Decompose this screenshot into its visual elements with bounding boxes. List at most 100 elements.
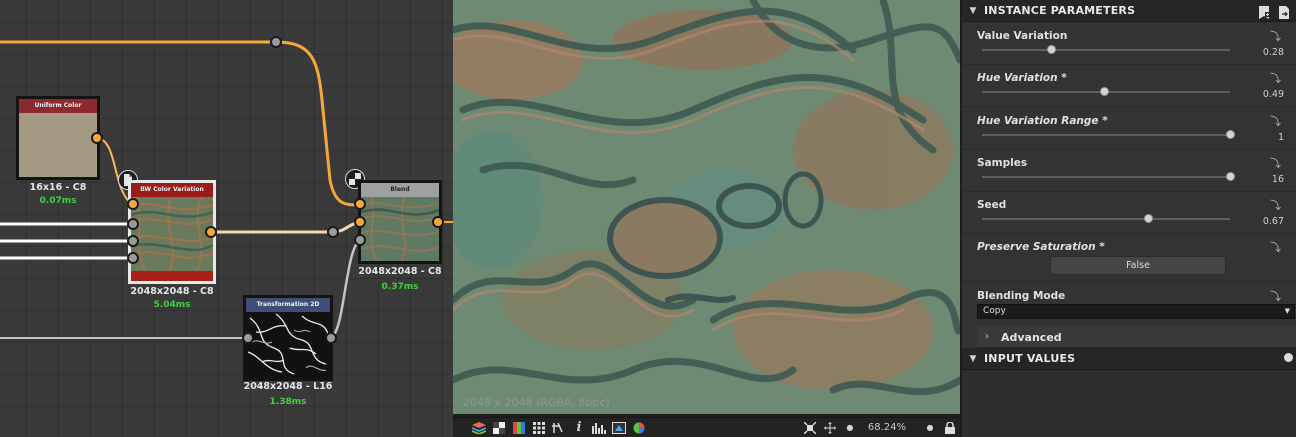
port-bw-input-2[interactable] bbox=[127, 235, 139, 247]
reset-icon[interactable]: ⤵ bbox=[1270, 239, 1281, 255]
tiling-icon[interactable] bbox=[549, 418, 569, 437]
port-transformation-output[interactable] bbox=[325, 332, 337, 344]
color-wheel-icon[interactable] bbox=[629, 418, 649, 437]
histogram-icon[interactable] bbox=[589, 418, 609, 437]
node-bw-color-variation-title: BW Color Variation bbox=[131, 183, 213, 197]
port-blend-foreground[interactable] bbox=[354, 198, 366, 210]
fit-icon[interactable] bbox=[800, 418, 820, 437]
port-blend-background[interactable] bbox=[354, 216, 366, 228]
port-bw-output[interactable] bbox=[205, 226, 217, 238]
param-row: Samples ⤵ 16 bbox=[962, 150, 1296, 192]
param-preserve-saturation-label: Preserve Saturation * bbox=[977, 241, 1105, 253]
node-uniform-color-resolution: 16x16 - C8 bbox=[29, 182, 87, 193]
node-blend-title: Blend bbox=[361, 183, 439, 197]
advanced-group-header[interactable]: › Advanced bbox=[977, 326, 1296, 348]
port-blend-output[interactable] bbox=[432, 216, 444, 228]
blending-mode-select[interactable]: Copy ▼ bbox=[977, 304, 1295, 319]
slider-track[interactable] bbox=[982, 214, 1230, 223]
node-blend-thumbnail bbox=[361, 197, 439, 261]
node-uniform-color-title: Uniform Color bbox=[19, 99, 97, 113]
node-bw-color-variation-resolution: 2048x2048 - C8 bbox=[130, 286, 214, 297]
port-bw-input-1[interactable] bbox=[127, 218, 139, 230]
port-uniform-color-output[interactable] bbox=[91, 132, 103, 144]
slider-handle[interactable] bbox=[1144, 214, 1154, 223]
input-values-body bbox=[962, 370, 1296, 437]
zoom-level[interactable]: 68.24% bbox=[868, 422, 906, 433]
viewport-resolution-label: 2048 x 2048 (RGBA, 8bpc) bbox=[463, 396, 610, 409]
zoom-minus-icon[interactable]: ● bbox=[840, 418, 860, 437]
node-uniform-color-time: 0.07ms bbox=[39, 196, 77, 206]
param-label: Hue Variation * bbox=[977, 72, 1067, 84]
instance-parameters-header[interactable]: ▼ INSTANCE PARAMETERS bbox=[962, 0, 1296, 22]
reset-icon[interactable]: ⤵ bbox=[1270, 288, 1281, 304]
preserve-saturation-toggle[interactable]: False bbox=[1050, 256, 1226, 275]
texture-preview[interactable] bbox=[453, 0, 960, 414]
reset-icon[interactable]: ⤵ bbox=[1270, 197, 1281, 213]
instance-parameters-title: INSTANCE PARAMETERS bbox=[984, 4, 1136, 17]
node-graph[interactable]: Uniform Color 16x16 - C8 0.07ms BW Color… bbox=[0, 0, 453, 437]
node-bw-color-variation-footer bbox=[131, 271, 213, 281]
chevron-down-icon: ▼ bbox=[969, 353, 977, 364]
slider-track[interactable] bbox=[982, 130, 1235, 139]
checker-icon[interactable] bbox=[489, 418, 509, 437]
node-blend[interactable]: Blend bbox=[358, 180, 442, 264]
grid-icon[interactable] bbox=[529, 418, 549, 437]
node-blend-resolution: 2048x2048 - C8 bbox=[358, 266, 442, 277]
reset-icon[interactable]: ⤵ bbox=[1270, 113, 1281, 129]
color-picker-icon[interactable] bbox=[609, 418, 629, 437]
reroute-dot-middle[interactable] bbox=[327, 226, 339, 238]
chevron-right-icon: › bbox=[985, 331, 989, 342]
lock-icon[interactable] bbox=[940, 418, 960, 437]
port-blend-opacity[interactable] bbox=[354, 234, 366, 246]
node-bw-color-variation-thumbnail bbox=[131, 197, 213, 271]
node-uniform-color-thumbnail bbox=[19, 113, 97, 177]
node-blend-time: 0.37ms bbox=[381, 282, 419, 292]
node-transformation-2d-time: 1.38ms bbox=[269, 397, 307, 407]
export-icon[interactable] bbox=[1278, 4, 1290, 23]
param-value[interactable]: 0.49 bbox=[1263, 89, 1284, 100]
param-value[interactable]: 1 bbox=[1278, 132, 1284, 143]
param-row: Hue Variation * ⤵ 0.49 bbox=[962, 65, 1296, 107]
slider-track[interactable] bbox=[982, 45, 1230, 54]
param-row: Hue Variation Range * ⤵ 1 bbox=[962, 108, 1296, 150]
port-transformation-input[interactable] bbox=[242, 332, 254, 344]
input-values-header[interactable]: ▼ INPUT VALUES bbox=[962, 348, 1296, 370]
param-label: Samples bbox=[977, 157, 1028, 169]
advanced-title: Advanced bbox=[1001, 331, 1062, 344]
param-value[interactable]: 16 bbox=[1272, 174, 1284, 185]
reset-icon[interactable]: ⤵ bbox=[1270, 70, 1281, 86]
channels-icon[interactable] bbox=[509, 418, 529, 437]
info-icon[interactable]: i bbox=[569, 418, 589, 437]
node-transformation-2d-title: Transformation 2D bbox=[246, 298, 330, 312]
2d-viewport[interactable]: 2048 x 2048 (RGBA, 8bpc) i ● 68.24% ● bbox=[453, 0, 960, 437]
node-uniform-color[interactable]: Uniform Color bbox=[16, 96, 100, 180]
slider-handle[interactable] bbox=[1226, 130, 1235, 139]
parameters-panel: ▼ INSTANCE PARAMETERS Value Variation ⤵ 0.… bbox=[960, 0, 1296, 437]
slider-handle[interactable] bbox=[1047, 45, 1057, 54]
param-blending-mode-label: Blending Mode bbox=[977, 290, 1066, 302]
slider-track[interactable] bbox=[982, 172, 1235, 181]
node-bw-color-variation[interactable]: BW Color Variation bbox=[128, 180, 216, 284]
chevron-down-icon: ▼ bbox=[1284, 307, 1290, 315]
input-values-title: INPUT VALUES bbox=[984, 352, 1076, 365]
reset-icon[interactable]: ⤵ bbox=[1270, 155, 1281, 171]
node-transformation-2d-thumbnail bbox=[246, 312, 330, 378]
preset-icon[interactable] bbox=[1258, 4, 1270, 23]
node-transformation-2d[interactable]: Transformation 2D bbox=[243, 295, 333, 381]
param-value[interactable]: 0.28 bbox=[1263, 47, 1284, 58]
add-icon[interactable] bbox=[1284, 353, 1293, 362]
layers-icon[interactable] bbox=[469, 418, 489, 437]
port-bw-input-source[interactable] bbox=[127, 198, 139, 210]
reset-icon[interactable]: ⤵ bbox=[1270, 28, 1281, 44]
param-label: Seed bbox=[977, 199, 1007, 211]
node-transformation-2d-resolution: 2048x2048 - L16 bbox=[243, 381, 333, 392]
move-icon[interactable] bbox=[820, 418, 840, 437]
slider-handle[interactable] bbox=[1099, 87, 1109, 96]
slider-track[interactable] bbox=[982, 87, 1230, 96]
chevron-down-icon: ▼ bbox=[969, 5, 977, 16]
slider-handle[interactable] bbox=[1226, 172, 1235, 181]
zoom-plus-icon[interactable]: ● bbox=[920, 418, 940, 437]
param-value[interactable]: 0.67 bbox=[1263, 216, 1284, 227]
port-bw-input-3[interactable] bbox=[127, 252, 139, 264]
reroute-dot-top[interactable] bbox=[270, 36, 282, 48]
